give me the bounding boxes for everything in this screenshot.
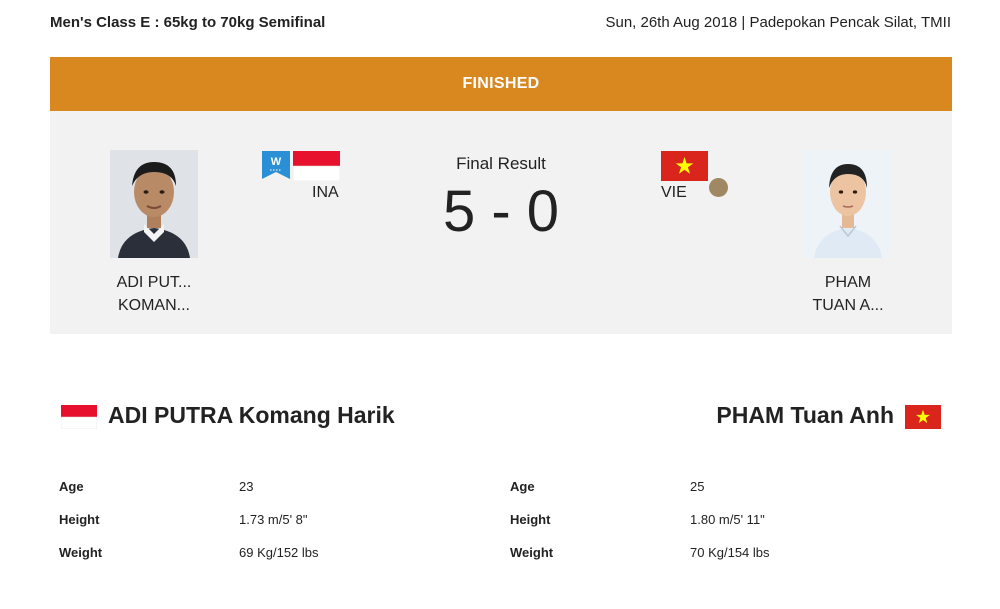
stat-label: Weight xyxy=(59,545,103,560)
stat-value: 1.73 m/5' 8" xyxy=(239,512,308,527)
player-left-name-line1: ADI PUT... xyxy=(116,274,192,291)
country-code-right: VIE xyxy=(661,184,687,201)
corner-marker-icon xyxy=(709,178,728,197)
winner-badge-letter: W xyxy=(271,156,282,168)
player-left-stats: Age 23 Height 1.73 m/5' 8" Weight 69 Kg/… xyxy=(59,479,459,578)
stat-label: Height xyxy=(59,512,100,527)
flag-vie-icon xyxy=(905,405,941,429)
stat-value: 69 Kg/152 lbs xyxy=(239,545,319,560)
player-right-full-name[interactable]: PHAM Tuan Anh xyxy=(716,402,894,429)
stat-label: Weight xyxy=(510,545,554,560)
flag-ina-icon xyxy=(60,405,98,430)
final-result-label: Final Result xyxy=(456,154,546,173)
player-right-stats: Age 25 Height 1.80 m/5' 11" Weight 70 Kg… xyxy=(510,479,910,578)
stat-row-age: Age 25 xyxy=(510,479,910,512)
event-date-venue: Sun, 26th Aug 2018 | Padepokan Pencak Si… xyxy=(605,14,951,31)
player-left-full-name[interactable]: ADI PUTRA Komang Harik xyxy=(108,402,395,429)
stat-row-height: Height 1.80 m/5' 11" xyxy=(510,512,910,545)
match-status-bar: FINISHED xyxy=(50,57,952,111)
player-left-name-line2: KOMAN... xyxy=(117,297,190,314)
final-score: 5 - 0 xyxy=(442,179,560,244)
stat-row-age: Age 23 xyxy=(59,479,459,512)
player-left-photo[interactable] xyxy=(110,150,198,258)
stat-label: Age xyxy=(510,479,535,494)
stat-value: 25 xyxy=(690,479,705,494)
stat-label: Height xyxy=(510,512,551,527)
stat-value: 23 xyxy=(239,479,254,494)
player-right-short-name[interactable]: PHAM TUAN A... xyxy=(778,271,918,317)
stat-label: Age xyxy=(59,479,84,494)
stat-row-weight: Weight 69 Kg/152 lbs xyxy=(59,545,459,578)
player-right-photo[interactable] xyxy=(804,150,892,258)
flag-vie-icon xyxy=(661,151,708,181)
winner-badge-icon: W xyxy=(262,151,290,179)
stat-row-height: Height 1.73 m/5' 8" xyxy=(59,512,459,545)
stat-value: 1.80 m/5' 11" xyxy=(690,512,765,527)
flag-ina-icon xyxy=(292,151,341,182)
stat-row-weight: Weight 70 Kg/154 lbs xyxy=(510,545,910,578)
player-left-short-name[interactable]: ADI PUT... KOMAN... xyxy=(84,271,224,317)
country-code-left: INA xyxy=(312,184,339,201)
event-title: Men's Class E : 65kg to 70kg Semifinal xyxy=(50,14,326,31)
match-card: ADI PUT... KOMAN... W INA Final Result 5… xyxy=(50,111,952,334)
stat-value: 70 Kg/154 lbs xyxy=(690,545,770,560)
player-right-name-line2: TUAN A... xyxy=(812,297,884,314)
player-right-name-line1: PHAM xyxy=(824,274,872,291)
